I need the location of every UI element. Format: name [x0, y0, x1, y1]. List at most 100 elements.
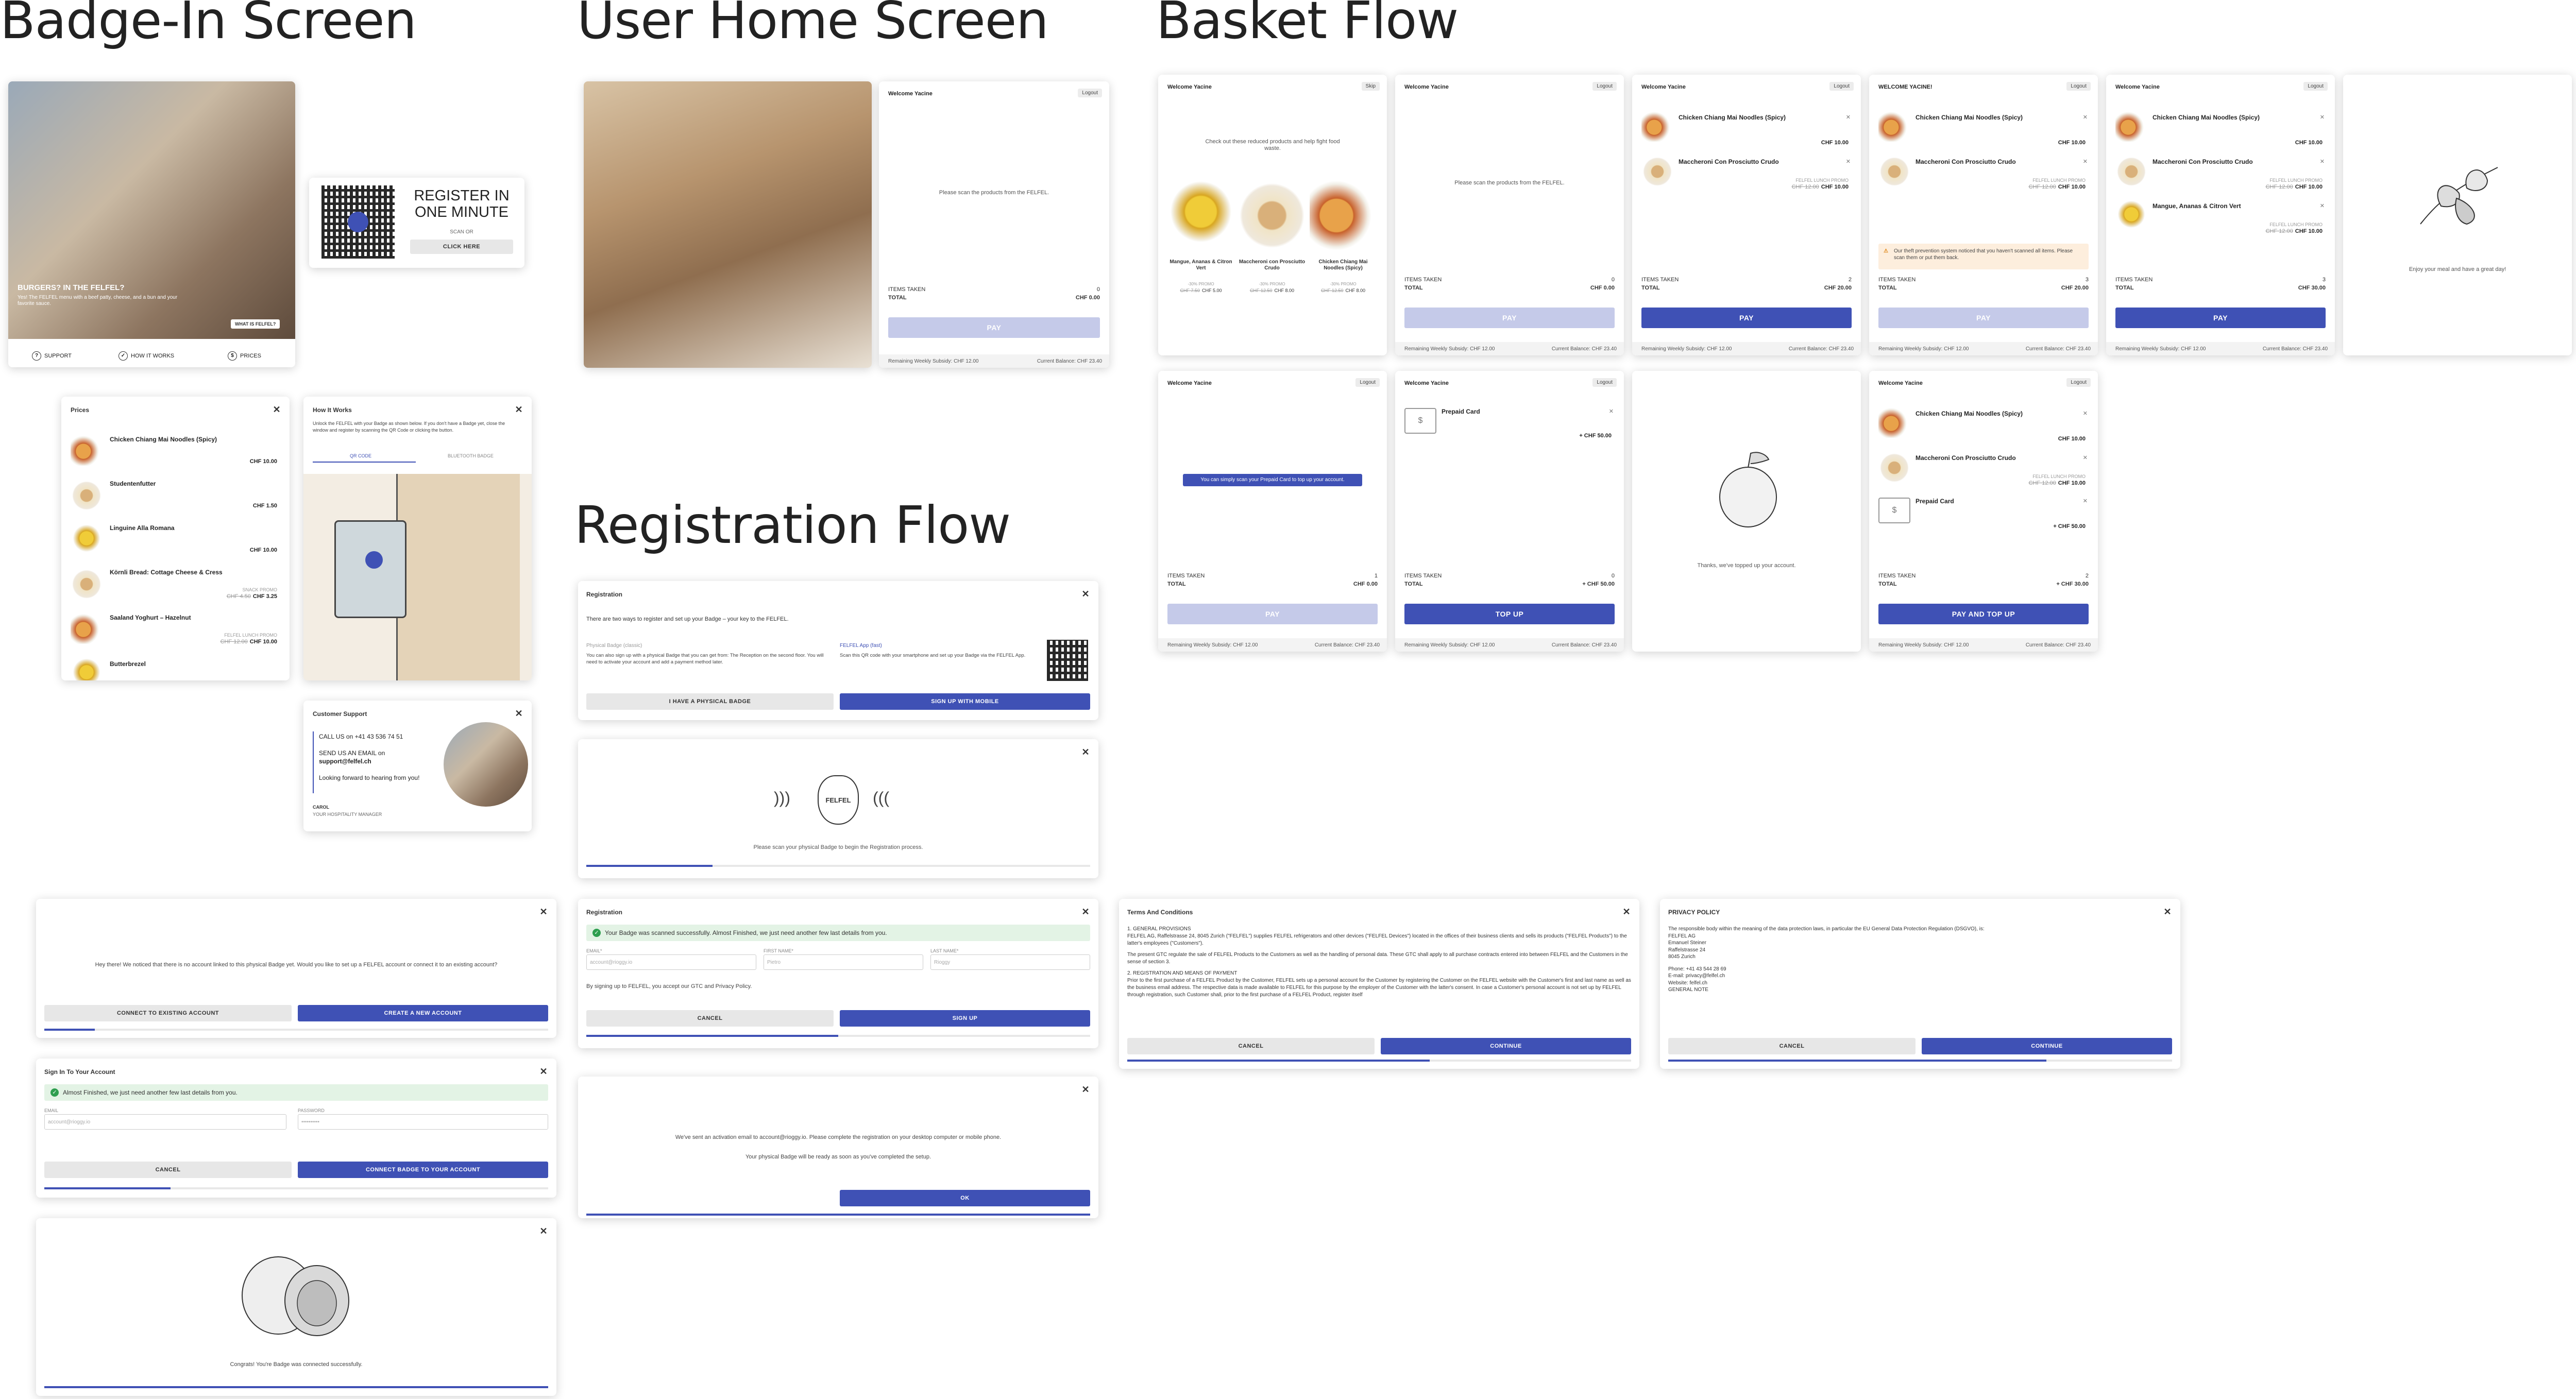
remove-icon[interactable]: ✕	[2320, 114, 2325, 121]
last-name-field[interactable]: Rioggy	[930, 954, 1090, 970]
email-label: EMAIL	[44, 1108, 59, 1113]
support-email[interactable]: support@felfel.ch	[319, 758, 371, 765]
footer-bar: Remaining Weekly Subsidy: CHF 12.00 Curre…	[1158, 638, 1387, 652]
support-link[interactable]: ? SUPPORT	[32, 351, 72, 361]
how-it-works-link[interactable]: ✓ HOW IT WORKS	[118, 351, 174, 361]
email-field[interactable]: account@rioggy.io	[44, 1114, 286, 1130]
close-icon[interactable]: ✕	[1080, 1084, 1091, 1095]
logout-button[interactable]: Logout	[2066, 378, 2091, 387]
promo-label: FELFEL LUNCH PROMO	[2269, 222, 2323, 227]
sign-up-button[interactable]: SIGN UP	[840, 1010, 1090, 1027]
lemon-illustration	[1719, 452, 1777, 527]
intro-text: There are two ways to register and set u…	[586, 616, 789, 622]
cancel-button[interactable]: CANCEL	[1668, 1038, 1916, 1054]
total-row: TOTAL CHF 0.00	[888, 295, 1100, 301]
terms-text[interactable]: By signing up to FELFEL, you accept our …	[586, 983, 752, 990]
total-row: TOTAL CHF 20.00	[1878, 285, 2089, 291]
option-app-text: Scan this QR code with your smartphone a…	[840, 653, 1026, 658]
activation-sent-modal: ✕ We've sent an activation email to acco…	[578, 1077, 1098, 1218]
terms-modal: Terms And Conditions ✕ 1. GENERAL PROVIS…	[1119, 899, 1639, 1069]
promo-label: SNACK PROMO	[242, 587, 277, 592]
pay-button[interactable]: PAY	[1167, 604, 1378, 624]
close-icon[interactable]: ✕	[1080, 906, 1091, 917]
register-card[interactable]: REGISTER IN ONE MINUTE SCAN OR CLICK HER…	[309, 178, 524, 268]
remove-icon[interactable]: ✕	[2320, 202, 2325, 209]
progress-bar	[44, 1386, 548, 1388]
cancel-button[interactable]: CANCEL	[44, 1162, 292, 1178]
scan-or-label: SCAN OR	[450, 229, 473, 235]
tab-qr-code[interactable]: QR CODE	[350, 453, 371, 458]
cancel-button[interactable]: CANCEL	[1127, 1038, 1375, 1054]
product-tag: -30% PROMO	[1330, 282, 1357, 286]
remove-icon[interactable]: ✕	[2083, 158, 2088, 165]
logout-button[interactable]: Logout	[2303, 82, 2328, 91]
cancel-button[interactable]: CANCEL	[586, 1010, 834, 1027]
prepaid-card-label: Prepaid Card	[1916, 498, 1954, 505]
close-icon[interactable]: ✕	[538, 1225, 549, 1237]
prices-link[interactable]: $ PRICES	[228, 351, 261, 361]
create-account-button[interactable]: CREATE A NEW ACCOUNT	[298, 1005, 548, 1021]
logout-button[interactable]: Logout	[1592, 82, 1617, 91]
success-message: Almost Finished, we just need another fe…	[44, 1084, 548, 1101]
remove-icon[interactable]: ✕	[2083, 410, 2088, 417]
remove-icon[interactable]: ✕	[1846, 114, 1851, 121]
physical-badge-button[interactable]: I HAVE A PHYSICAL BADGE	[586, 693, 834, 710]
continue-button[interactable]: CONTINUE	[1381, 1038, 1631, 1054]
click-here-button[interactable]: CLICK HERE	[410, 240, 513, 254]
success-message: Your Badge was scanned successfully. Alm…	[586, 925, 1090, 941]
sign-up-mobile-button[interactable]: SIGN UP WITH MOBILE	[840, 693, 1090, 710]
continue-button[interactable]: CONTINUE	[1922, 1038, 2172, 1054]
badge-logo-text: FELFEL	[825, 796, 851, 804]
connect-badge-button[interactable]: CONNECT BADGE TO YOUR ACCOUNT	[298, 1162, 548, 1178]
pay-and-top-up-button[interactable]: PAY AND TOP UP	[1878, 604, 2089, 624]
total-row: TOTAL CHF 30.00	[2115, 285, 2326, 291]
product-image	[71, 478, 103, 510]
basket-warning-screen: WELCOME YACINE! Logout Chicken Chiang Ma…	[1869, 75, 2098, 355]
tab-indicator	[313, 462, 416, 463]
pay-button[interactable]: PAY	[1404, 308, 1615, 328]
what-is-felfel-button[interactable]: WHAT IS FELFEL?	[231, 319, 280, 329]
email-field[interactable]: account@rioggy.io	[586, 954, 756, 970]
product-image	[1878, 154, 1910, 186]
logout-button[interactable]: Logout	[2066, 82, 2091, 91]
close-icon[interactable]: ✕	[1080, 588, 1091, 600]
price-item-name: Studentenfutter	[110, 480, 156, 487]
remove-icon[interactable]: ✕	[2083, 498, 2088, 504]
pay-button[interactable]: PAY	[888, 317, 1100, 338]
remove-icon[interactable]: ✕	[2320, 158, 2325, 165]
badge-connected-modal: ✕ Congrats! You're Badge was connected s…	[36, 1218, 556, 1396]
sign-in-modal: Sign In To Your Account ✕ Almost Finishe…	[36, 1059, 556, 1198]
close-icon[interactable]: ✕	[1621, 906, 1632, 917]
connect-existing-button[interactable]: CONNECT TO EXISTING ACCOUNT	[44, 1005, 292, 1021]
basket-topup-hint-screen: Welcome Yacine Logout You can simply sca…	[1158, 371, 1387, 652]
password-field[interactable]: ••••••••••	[298, 1114, 548, 1130]
pay-button[interactable]: PAY	[1878, 308, 2089, 328]
close-icon[interactable]: ✕	[513, 404, 524, 415]
close-icon[interactable]: ✕	[538, 1066, 549, 1077]
pay-button[interactable]: PAY	[1641, 308, 1852, 328]
ok-button[interactable]: OK	[840, 1190, 1090, 1206]
logout-button[interactable]: Logout	[1829, 82, 1854, 91]
support-phone[interactable]: CALL US on +41 43 536 74 51	[319, 733, 403, 741]
close-icon[interactable]: ✕	[513, 708, 524, 719]
first-name-field[interactable]: Pietro	[764, 954, 923, 970]
hero-subline: Yes! The FELFEL menu with a beef patty, …	[18, 295, 178, 306]
close-icon[interactable]: ✕	[2162, 906, 2173, 917]
remove-icon[interactable]: ✕	[2083, 114, 2088, 121]
logout-button[interactable]: Logout	[1355, 378, 1380, 387]
close-icon[interactable]: ✕	[271, 404, 282, 415]
promo-label: FELFEL LUNCH PROMO	[2032, 474, 2086, 479]
remove-icon[interactable]: ✕	[1609, 408, 1614, 415]
close-icon[interactable]: ✕	[1080, 746, 1091, 758]
remove-icon[interactable]: ✕	[1846, 158, 1851, 165]
close-icon[interactable]: ✕	[538, 906, 549, 917]
logout-button[interactable]: Logout	[1078, 89, 1102, 97]
top-up-button[interactable]: TOP UP	[1404, 604, 1615, 624]
skip-button[interactable]: Skip	[1361, 82, 1380, 91]
remove-icon[interactable]: ✕	[2083, 454, 2088, 461]
tab-bluetooth-badge[interactable]: BLUETOOTH BADGE	[448, 453, 494, 458]
logout-button[interactable]: Logout	[1592, 378, 1617, 387]
badge-ready-text: Your physical Badge will be ready as soo…	[745, 1154, 931, 1160]
pay-button[interactable]: PAY	[2115, 308, 2326, 328]
link-badge-modal: ✕ Hey there! We noticed that there is no…	[36, 899, 556, 1038]
